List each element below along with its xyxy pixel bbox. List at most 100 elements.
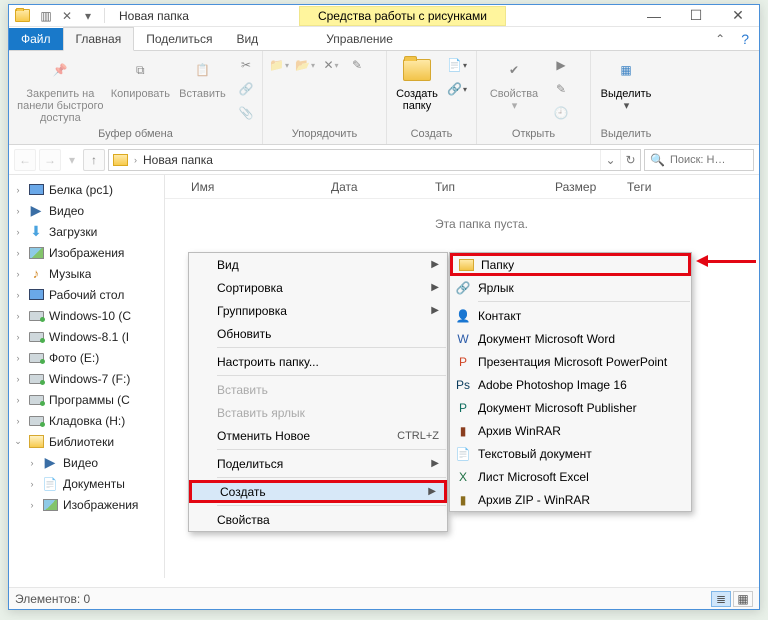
expand-caret-icon[interactable]: › [13, 416, 23, 426]
nav-item[interactable]: ›Белка (pc1) [9, 179, 164, 200]
col-date[interactable]: Дата [327, 180, 431, 194]
tab-manage[interactable]: Управление [314, 28, 405, 50]
menu-item[interactable]: Обновить [189, 322, 447, 345]
menu-item[interactable]: WДокумент Microsoft Word [450, 327, 691, 350]
nav-item[interactable]: ›Windows-10 (С [9, 305, 164, 326]
expand-caret-icon[interactable]: › [13, 395, 23, 405]
expand-caret-icon[interactable]: › [27, 479, 37, 489]
cut-button[interactable]: ✂ [235, 54, 257, 76]
tab-file[interactable]: Файл [9, 28, 63, 50]
copypath-button[interactable]: 🔗 [235, 78, 257, 100]
rename-button[interactable]: ✎ [346, 54, 368, 76]
nav-item[interactable]: ›▶Видео [9, 200, 164, 221]
expand-caret-icon[interactable]: › [13, 248, 23, 258]
nav-pane[interactable]: ›Белка (pc1)›▶Видео›⬇Загрузки›Изображени… [9, 175, 165, 578]
new-folder-button[interactable]: Создать папку [392, 54, 442, 112]
qat-properties-icon[interactable]: ▥ [37, 7, 55, 25]
nav-item[interactable]: ›📄Документы [9, 473, 164, 494]
expand-caret-icon[interactable]: › [27, 458, 37, 468]
nav-item[interactable]: ›♪Музыка [9, 263, 164, 284]
menu-item[interactable]: 📄Текстовый документ [450, 442, 691, 465]
qat-newfolder-icon[interactable]: ✕ [58, 7, 76, 25]
menu-item[interactable]: Свойства [189, 508, 447, 531]
tab-home[interactable]: Главная [63, 27, 135, 51]
nav-item[interactable]: ›Рабочий стол [9, 284, 164, 305]
menu-item[interactable]: 👤Контакт [450, 304, 691, 327]
view-icons-button[interactable]: ▦ [733, 591, 753, 607]
expand-caret-icon[interactable]: ⌄ [13, 436, 23, 447]
expand-caret-icon[interactable]: › [13, 290, 23, 300]
expand-caret-icon[interactable]: › [13, 374, 23, 384]
nav-item[interactable]: ›Программы (С [9, 389, 164, 410]
copy-button[interactable]: ⧉ Копировать [111, 54, 170, 100]
expand-caret-icon[interactable]: › [13, 269, 23, 279]
search-input[interactable] [670, 154, 742, 166]
search-box[interactable]: 🔍 [644, 149, 754, 171]
select-all-button[interactable]: ▦ Выделить ▾ [596, 54, 656, 112]
properties-button[interactable]: ✔ Свойства ▾ [482, 54, 546, 112]
recent-dropdown[interactable]: ▾ [64, 149, 80, 171]
address-segment[interactable]: Новая папка [139, 153, 217, 167]
help-icon[interactable]: ? [731, 31, 759, 47]
nav-item[interactable]: ›Кладовка (H:) [9, 410, 164, 431]
menu-item[interactable]: ▮Архив WinRAR [450, 419, 691, 442]
close-button[interactable]: ✕ [717, 5, 759, 26]
nav-item[interactable]: ›Фото (E:) [9, 347, 164, 368]
history-button[interactable]: 🕘 [550, 102, 572, 124]
open-button[interactable]: ▶ [550, 54, 572, 76]
nav-item[interactable]: ›Изображения [9, 494, 164, 515]
nav-item[interactable]: ›Изображения [9, 242, 164, 263]
expand-caret-icon[interactable]: › [13, 185, 23, 195]
menu-item[interactable]: Вид▶ [189, 253, 447, 276]
forward-button[interactable]: → [39, 149, 61, 171]
edit-button[interactable]: ✎ [550, 78, 572, 100]
expand-caret-icon[interactable]: › [13, 353, 23, 363]
menu-item[interactable]: 🔗Ярлык [450, 276, 691, 299]
nav-item[interactable]: ›Windows-8.1 (I [9, 326, 164, 347]
menu-item[interactable]: PПрезентация Microsoft PowerPoint [450, 350, 691, 373]
tab-share[interactable]: Поделиться [134, 28, 224, 50]
nav-item[interactable]: ›⬇Загрузки [9, 221, 164, 242]
address-box[interactable]: › Новая папка ⌄ ↻ [108, 149, 641, 171]
minimize-button[interactable]: — [633, 5, 675, 26]
col-tags[interactable]: Теги [623, 180, 683, 194]
nav-item[interactable]: ›▶Видео [9, 452, 164, 473]
qat-dropdown-icon[interactable]: ▾ [79, 7, 97, 25]
col-type[interactable]: Тип [431, 180, 551, 194]
expand-caret-icon[interactable]: › [13, 311, 23, 321]
expand-caret-icon[interactable]: › [13, 227, 23, 237]
paste-shortcut-button[interactable]: 📎 [235, 102, 257, 124]
menu-item[interactable]: Поделиться▶ [189, 452, 447, 475]
up-button[interactable]: ↑ [83, 149, 105, 171]
move-to-button[interactable]: 📁▾ [268, 54, 290, 76]
refresh-icon[interactable]: ↻ [620, 150, 640, 170]
menu-item[interactable]: Отменить НовоеCTRL+Z [189, 424, 447, 447]
col-name[interactable]: Имя [187, 180, 327, 194]
expand-caret-icon[interactable]: › [13, 332, 23, 342]
chevron-right-icon[interactable]: › [132, 155, 139, 165]
nav-item[interactable]: ›Windows-7 (F:) [9, 368, 164, 389]
menu-item[interactable]: PДокумент Microsoft Publisher [450, 396, 691, 419]
address-dropdown-icon[interactable]: ⌄ [600, 150, 620, 170]
menu-item[interactable]: ▮Архив ZIP - WinRAR [450, 488, 691, 511]
copy-to-button[interactable]: 📂▾ [294, 54, 316, 76]
menu-item[interactable]: XЛист Microsoft Excel [450, 465, 691, 488]
view-details-button[interactable]: ≣ [711, 591, 731, 607]
back-button[interactable]: ← [14, 149, 36, 171]
expand-caret-icon[interactable]: › [13, 206, 23, 216]
ribbon-collapse-icon[interactable]: ⌃ [709, 32, 731, 46]
menu-item[interactable]: PsAdobe Photoshop Image 16 [450, 373, 691, 396]
pin-quickaccess-button[interactable]: 📌 Закрепить на панели быстрого доступа [14, 54, 107, 124]
easy-access-button[interactable]: 🔗▾ [446, 78, 468, 100]
new-item-button[interactable]: 📄▾ [446, 54, 468, 76]
maximize-button[interactable]: ☐ [675, 5, 717, 26]
nav-item[interactable]: ⌄Библиотеки [9, 431, 164, 452]
tab-view[interactable]: Вид [224, 28, 270, 50]
col-size[interactable]: Размер [551, 180, 623, 194]
menu-item[interactable]: Сортировка▶ [189, 276, 447, 299]
expand-caret-icon[interactable]: › [27, 500, 37, 510]
menu-item[interactable]: Создать▶ [189, 480, 447, 503]
menu-item[interactable]: Папку [450, 253, 691, 276]
paste-button[interactable]: 📋 Вставить [174, 54, 231, 100]
menu-item[interactable]: Группировка▶ [189, 299, 447, 322]
